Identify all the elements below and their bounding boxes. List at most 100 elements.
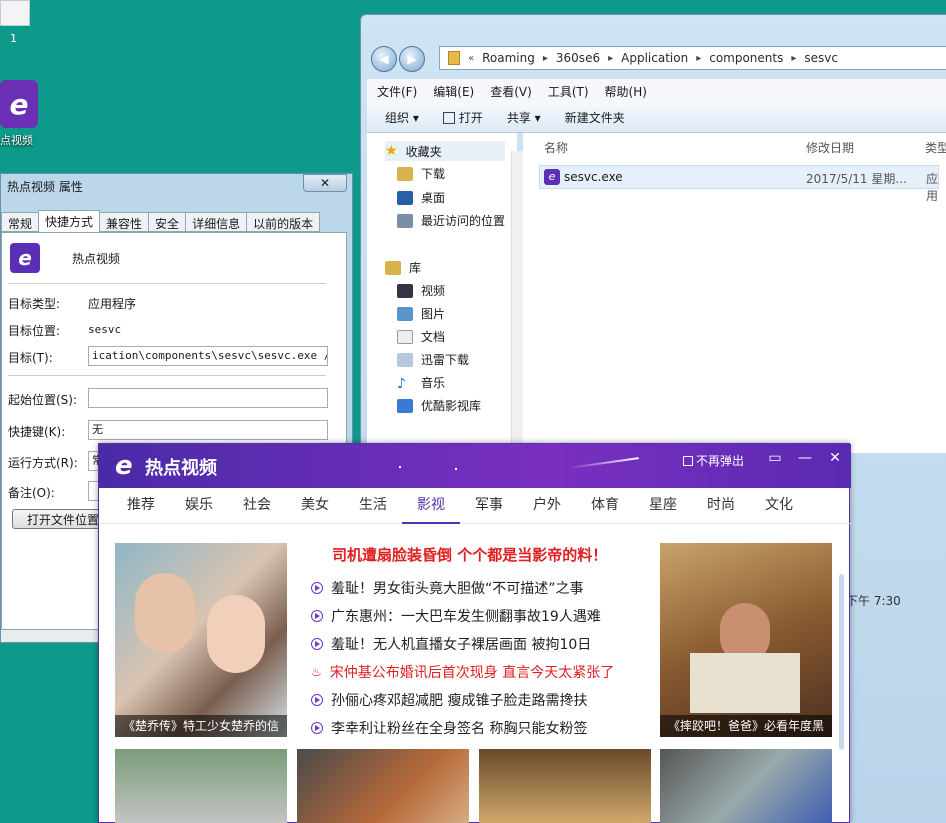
overflow-chevron[interactable]: «	[468, 53, 474, 64]
nav-label: 下载	[421, 167, 446, 181]
breadcrumb-item[interactable]: Roaming	[482, 51, 535, 65]
comment-label: 备注(O):	[8, 486, 55, 500]
navigation-pane: ★ 收藏夹 下载 桌面 最近访问的位置 库 视频 图片 文档 迅雷下载 ♪ 音乐 优…	[367, 133, 517, 453]
breadcrumb-item[interactable]: 360se6	[556, 51, 600, 65]
tab-beauty[interactable]: 美女	[286, 488, 344, 524]
nav-favorites[interactable]: ★ 收藏夹	[385, 141, 505, 161]
list-item[interactable]: 孙俪心疼邓超减肥 瘦成锥子脸走路需搀扶	[311, 690, 587, 710]
list-item[interactable]: 李幸利让粉丝在全身签名 称胸只能女粉签	[311, 718, 587, 738]
face-shape	[135, 573, 195, 653]
popup-title: 热点视频	[145, 458, 217, 479]
nav-videos[interactable]: 视频	[397, 282, 445, 299]
tab-security[interactable]: 安全	[148, 212, 187, 232]
tab-compat[interactable]: 兼容性	[99, 212, 150, 232]
video-thumbnail[interactable]	[660, 749, 832, 823]
breadcrumb-sep[interactable]: ▸	[696, 53, 701, 64]
breadcrumb-sep[interactable]: ▸	[608, 53, 613, 64]
tab-general[interactable]: 常规	[1, 212, 40, 232]
address-bar[interactable]: « Roaming ▸ 360se6 ▸ Application ▸ componen…	[439, 46, 946, 70]
desktop-window-corner	[0, 0, 30, 26]
nav-thunder[interactable]: 迅雷下载	[397, 351, 469, 368]
column-type[interactable]: 类型	[925, 139, 946, 156]
tab-film[interactable]: 影视	[402, 488, 460, 524]
target-type-value: 应用程序	[88, 297, 137, 311]
open-file-location-button[interactable]: 打开文件位置	[12, 509, 104, 529]
left-thumbnail[interactable]: 《楚乔传》特工少女楚乔的信	[115, 543, 287, 737]
meteor-streak	[569, 457, 639, 469]
right-thumbnail[interactable]: 《摔跤吧！爸爸》必看年度黑	[660, 543, 832, 737]
dont-show-again[interactable]: 不再弹出	[683, 452, 744, 469]
tab-entertainment[interactable]: 娱乐	[170, 488, 228, 524]
figure-shape	[690, 653, 800, 713]
minimize-icon[interactable]: —	[795, 450, 815, 466]
desktop-icon	[397, 190, 413, 205]
tab-previous[interactable]: 以前的版本	[246, 212, 321, 232]
open-icon	[442, 112, 455, 124]
share-button[interactable]: 共享 ▾	[507, 109, 541, 126]
breadcrumb-item[interactable]: sesvc	[804, 51, 838, 65]
menu-view[interactable]: 查看(V)	[490, 83, 532, 100]
recent-places-icon	[397, 213, 413, 228]
column-modified[interactable]: 修改日期	[806, 139, 854, 156]
nav-downloads[interactable]: 下载	[397, 165, 445, 182]
hotkey-label: 快捷键(K):	[8, 425, 66, 439]
menu-help[interactable]: 帮助(H)	[605, 83, 647, 100]
close-icon[interactable]: ✕	[303, 174, 347, 192]
menu-edit[interactable]: 编辑(E)	[433, 83, 474, 100]
nav-pane-scrollbar[interactable]	[511, 151, 523, 451]
tab-outdoor[interactable]: 户外	[518, 488, 576, 524]
close-icon[interactable]: ✕	[825, 450, 845, 466]
breadcrumb-sep[interactable]: ▸	[543, 53, 548, 64]
tab-details[interactable]: 详细信息	[185, 212, 248, 232]
video-thumbnail[interactable]	[479, 749, 651, 823]
tab-military[interactable]: 军事	[460, 488, 518, 524]
nav-music[interactable]: ♪ 音乐	[397, 374, 445, 392]
open-button[interactable]: 打开	[442, 109, 483, 126]
list-item[interactable]: 羞耻！男女街头竟大胆做“不可描述”之事	[311, 578, 584, 598]
breadcrumb-item[interactable]: components	[709, 51, 783, 65]
tab-culture[interactable]: 文化	[750, 488, 808, 524]
popup-scrollbar[interactable]	[839, 574, 844, 750]
monitor-icon[interactable]: ▭	[765, 450, 785, 466]
list-item[interactable]: 广东惠州：一大巴车发生侧翻事故19人遇难	[311, 606, 601, 626]
tab-life[interactable]: 生活	[344, 488, 402, 524]
start-in-field[interactable]	[88, 388, 328, 408]
tab-fashion[interactable]: 时尚	[692, 488, 750, 524]
table-row[interactable]: e sesvc.exe 2017/5/11 星期... 应用	[539, 165, 939, 203]
nav-recent[interactable]: 最近访问的位置	[397, 212, 505, 229]
organize-button[interactable]: 组织 ▾	[385, 109, 419, 126]
tab-sports[interactable]: 体育	[576, 488, 634, 524]
video-thumbnail[interactable]	[115, 749, 287, 823]
nav-documents[interactable]: 文档	[397, 328, 445, 345]
target-field[interactable]: ication\components\sesvc\sesvc.exe /m:3	[88, 346, 328, 366]
youku-library-icon	[397, 398, 413, 413]
nav-label: 桌面	[421, 191, 446, 205]
back-icon[interactable]: ◀	[371, 46, 397, 72]
menu-tools[interactable]: 工具(T)	[548, 83, 589, 100]
nav-pictures[interactable]: 图片	[397, 305, 445, 322]
desktop-icon-label[interactable]: 点视频	[0, 132, 48, 148]
nav-desktop[interactable]: 桌面	[397, 189, 445, 206]
hotvideo-desktop-icon[interactable]: e	[0, 80, 38, 128]
tab-shortcut[interactable]: 快捷方式	[38, 210, 101, 232]
breadcrumb-item[interactable]: Application	[621, 51, 688, 65]
menu-file[interactable]: 文件(F)	[377, 83, 417, 100]
breadcrumb-sep[interactable]: ▸	[791, 53, 796, 64]
nav-label: 图片	[421, 307, 446, 321]
checkbox-icon[interactable]	[683, 455, 693, 466]
forward-icon[interactable]: ▶	[399, 46, 425, 72]
list-item[interactable]: 羞耻！无人机直播女子裸居画面 被拘10日	[311, 634, 591, 654]
tab-horoscope[interactable]: 星座	[634, 488, 692, 524]
column-name[interactable]: 名称	[544, 139, 568, 156]
video-thumbnail[interactable]	[297, 749, 469, 823]
shortcut-name: 热点视频	[72, 252, 121, 266]
nav-library[interactable]: 库	[385, 259, 421, 276]
headline[interactable]: 司机遭扇脸装昏倒 个个都是当影帝的料！	[332, 544, 607, 565]
tab-recommend[interactable]: 推荐	[112, 488, 170, 524]
nav-youku[interactable]: 优酷影视库	[397, 397, 481, 414]
hotkey-field[interactable]: 无	[88, 420, 328, 440]
new-folder-button[interactable]: 新建文件夹	[565, 109, 625, 126]
tab-society[interactable]: 社会	[228, 488, 286, 524]
list-item[interactable]: ♨ 宋仲基公布婚讯后首次现身 直言今天太紧张了	[311, 662, 614, 682]
thumbnail-caption: 《摔跤吧！爸爸》必看年度黑	[660, 715, 832, 737]
